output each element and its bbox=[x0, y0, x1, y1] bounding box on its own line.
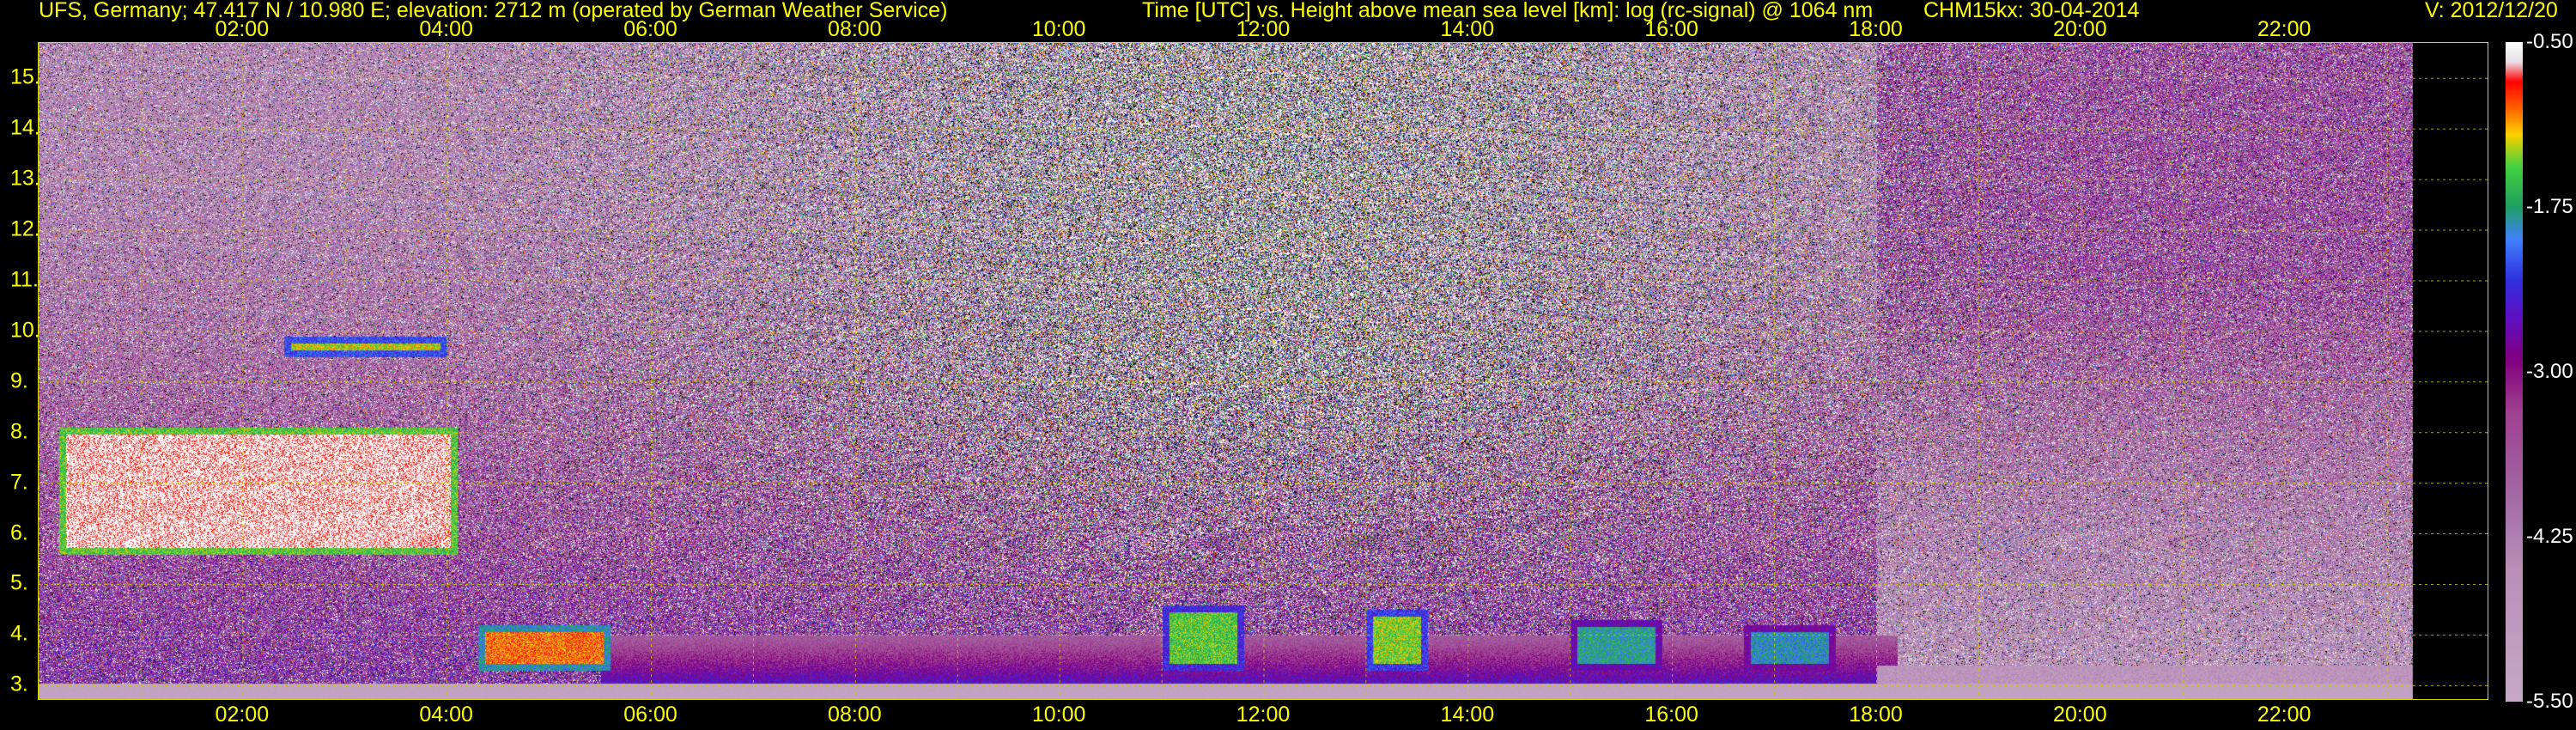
colorbar bbox=[2506, 42, 2523, 702]
x-tick-label: 22:00 bbox=[2257, 703, 2312, 727]
y-tick-label: 7. bbox=[10, 470, 28, 495]
x-tick-label: 08:00 bbox=[828, 17, 882, 41]
plot-area bbox=[38, 42, 2488, 700]
x-tick-label: 18:00 bbox=[1849, 17, 1903, 41]
y-tick-label: 11. bbox=[10, 267, 39, 292]
x-tick-label: 16:00 bbox=[1644, 703, 1698, 727]
colorbar-tick-label: -0.50 bbox=[2526, 30, 2573, 53]
y-tick-label: 3. bbox=[10, 672, 28, 697]
y-tick-label: 15. bbox=[10, 64, 40, 89]
x-tick-label: 10:00 bbox=[1031, 17, 1086, 41]
x-tick-label: 02:00 bbox=[215, 703, 270, 727]
y-tick-label: 10. bbox=[10, 318, 40, 343]
x-tick-label: 20:00 bbox=[2053, 703, 2107, 727]
y-tick-label: 6. bbox=[10, 520, 28, 545]
x-tick-label: 14:00 bbox=[1440, 17, 1495, 41]
colorbar-tick-label: -1.75 bbox=[2526, 195, 2573, 218]
colorbar-tick-label: -4.25 bbox=[2526, 525, 2573, 548]
x-tick-label: 10:00 bbox=[1031, 703, 1086, 727]
x-tick-label: 14:00 bbox=[1440, 703, 1495, 727]
x-tick-label: 12:00 bbox=[1236, 703, 1291, 727]
x-tick-label: 12:00 bbox=[1236, 17, 1291, 41]
instrument-date: CHM15kx: 30-04-2014 bbox=[1923, 0, 2140, 22]
x-tick-label: 20:00 bbox=[2053, 17, 2107, 41]
x-tick-label: 06:00 bbox=[623, 703, 677, 727]
x-tick-label: 02:00 bbox=[215, 17, 270, 41]
x-tick-label: 16:00 bbox=[1644, 17, 1698, 41]
y-tick-label: 14. bbox=[10, 115, 40, 140]
colorbar-tick-label: -3.00 bbox=[2526, 360, 2573, 383]
y-tick-label: 5. bbox=[10, 570, 28, 595]
version-label: V: 2012/12/20 bbox=[2425, 0, 2558, 22]
y-tick-label: 13. bbox=[10, 166, 40, 191]
x-tick-label: 06:00 bbox=[623, 17, 677, 41]
colorbar-tick-label: -5.50 bbox=[2526, 690, 2573, 713]
x-tick-label: 22:00 bbox=[2257, 17, 2312, 41]
x-tick-label: 04:00 bbox=[419, 703, 473, 727]
y-tick-label: 4. bbox=[10, 621, 28, 646]
y-tick-label: 8. bbox=[10, 419, 28, 444]
site-info: UFS, Germany; 47.417 N / 10.980 E; eleva… bbox=[39, 0, 948, 22]
y-tick-label: 12. bbox=[10, 216, 40, 241]
grid-lines bbox=[39, 43, 2488, 699]
x-tick-label: 04:00 bbox=[419, 17, 473, 41]
x-tick-label: 08:00 bbox=[828, 703, 882, 727]
x-tick-label: 18:00 bbox=[1849, 703, 1903, 727]
y-tick-label: 9. bbox=[10, 368, 28, 393]
